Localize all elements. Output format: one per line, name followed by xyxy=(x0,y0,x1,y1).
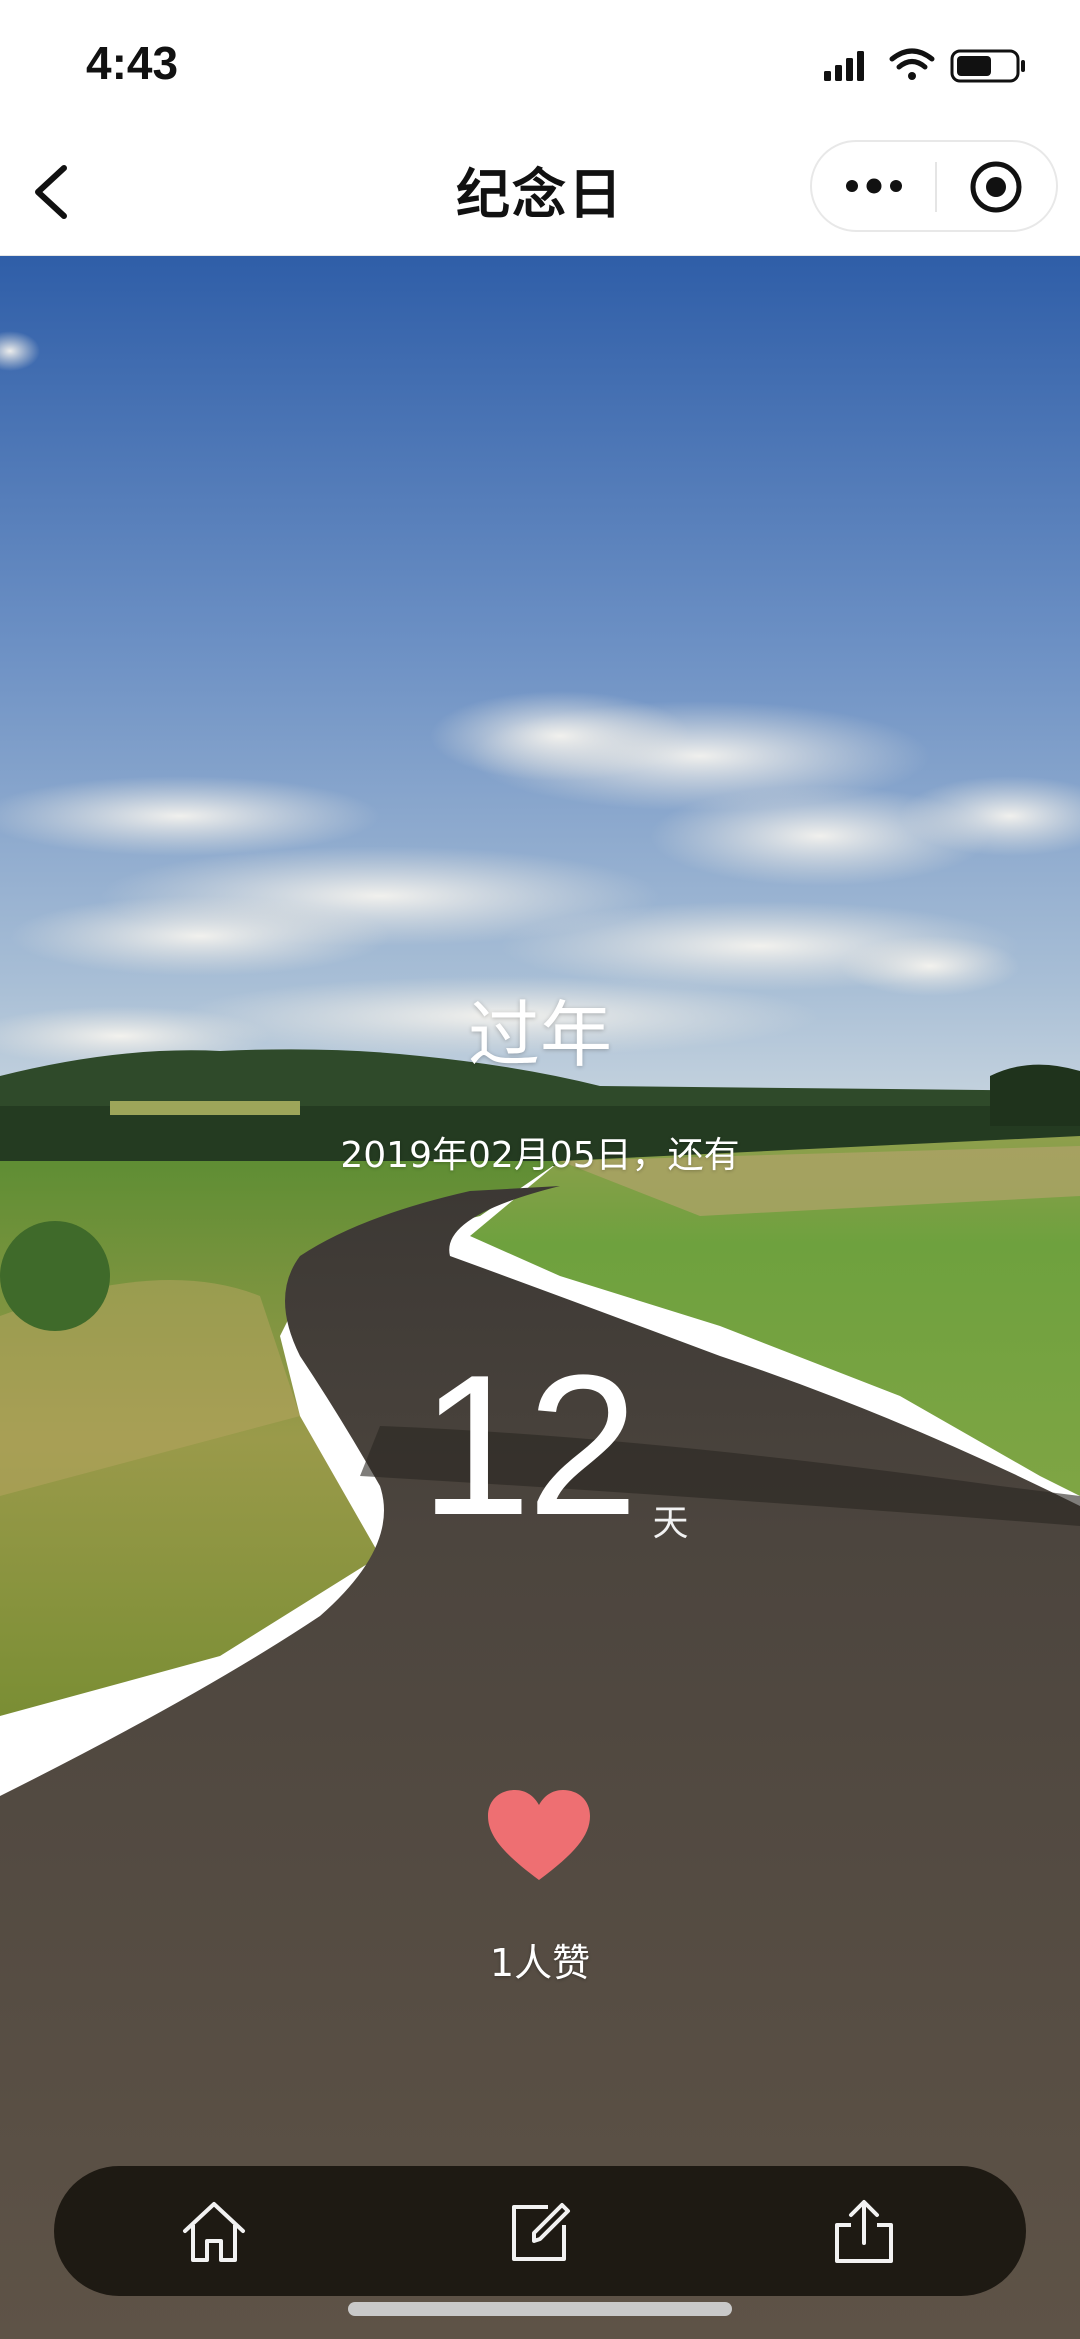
landscape-background-image xyxy=(0,256,1080,2339)
share-icon[interactable] xyxy=(829,2199,899,2265)
mini-program-capsule xyxy=(810,140,1058,232)
more-dots-icon[interactable] xyxy=(842,162,906,210)
event-date: 2019年02月05日，还有 xyxy=(340,1135,740,1176)
status-time: 4:43 xyxy=(86,37,179,89)
countdown-days-unit: 天 xyxy=(652,1503,689,1544)
wifi-icon xyxy=(889,48,935,80)
signal-icon xyxy=(824,51,864,81)
hero-background: 过年 2019年02月05日，还有 12 天 1人赞 xyxy=(0,256,1080,2339)
countdown: 12 天 xyxy=(420,1346,688,1566)
capsule-divider xyxy=(935,162,937,212)
home-indicator xyxy=(348,2302,732,2316)
like-count: 1人赞 xyxy=(489,1941,591,1985)
edit-icon[interactable] xyxy=(504,2199,574,2265)
battery-icon xyxy=(950,49,1025,83)
event-title: 过年 xyxy=(467,993,612,1077)
bottom-toolbar xyxy=(54,2166,1026,2296)
heart-like-icon[interactable] xyxy=(484,1788,594,1888)
status-icons xyxy=(824,48,1025,83)
close-target-icon[interactable] xyxy=(967,158,1025,216)
status-bar: 4:43 xyxy=(0,0,1080,130)
countdown-days-number: 12 xyxy=(420,1334,638,1557)
navigation-bar: 纪念日 xyxy=(0,130,1080,256)
home-icon[interactable] xyxy=(179,2199,249,2265)
app-screen: 4:43 纪念日 过年 2019年02月05日，还有 12 天 1人赞 xyxy=(0,0,1080,2339)
